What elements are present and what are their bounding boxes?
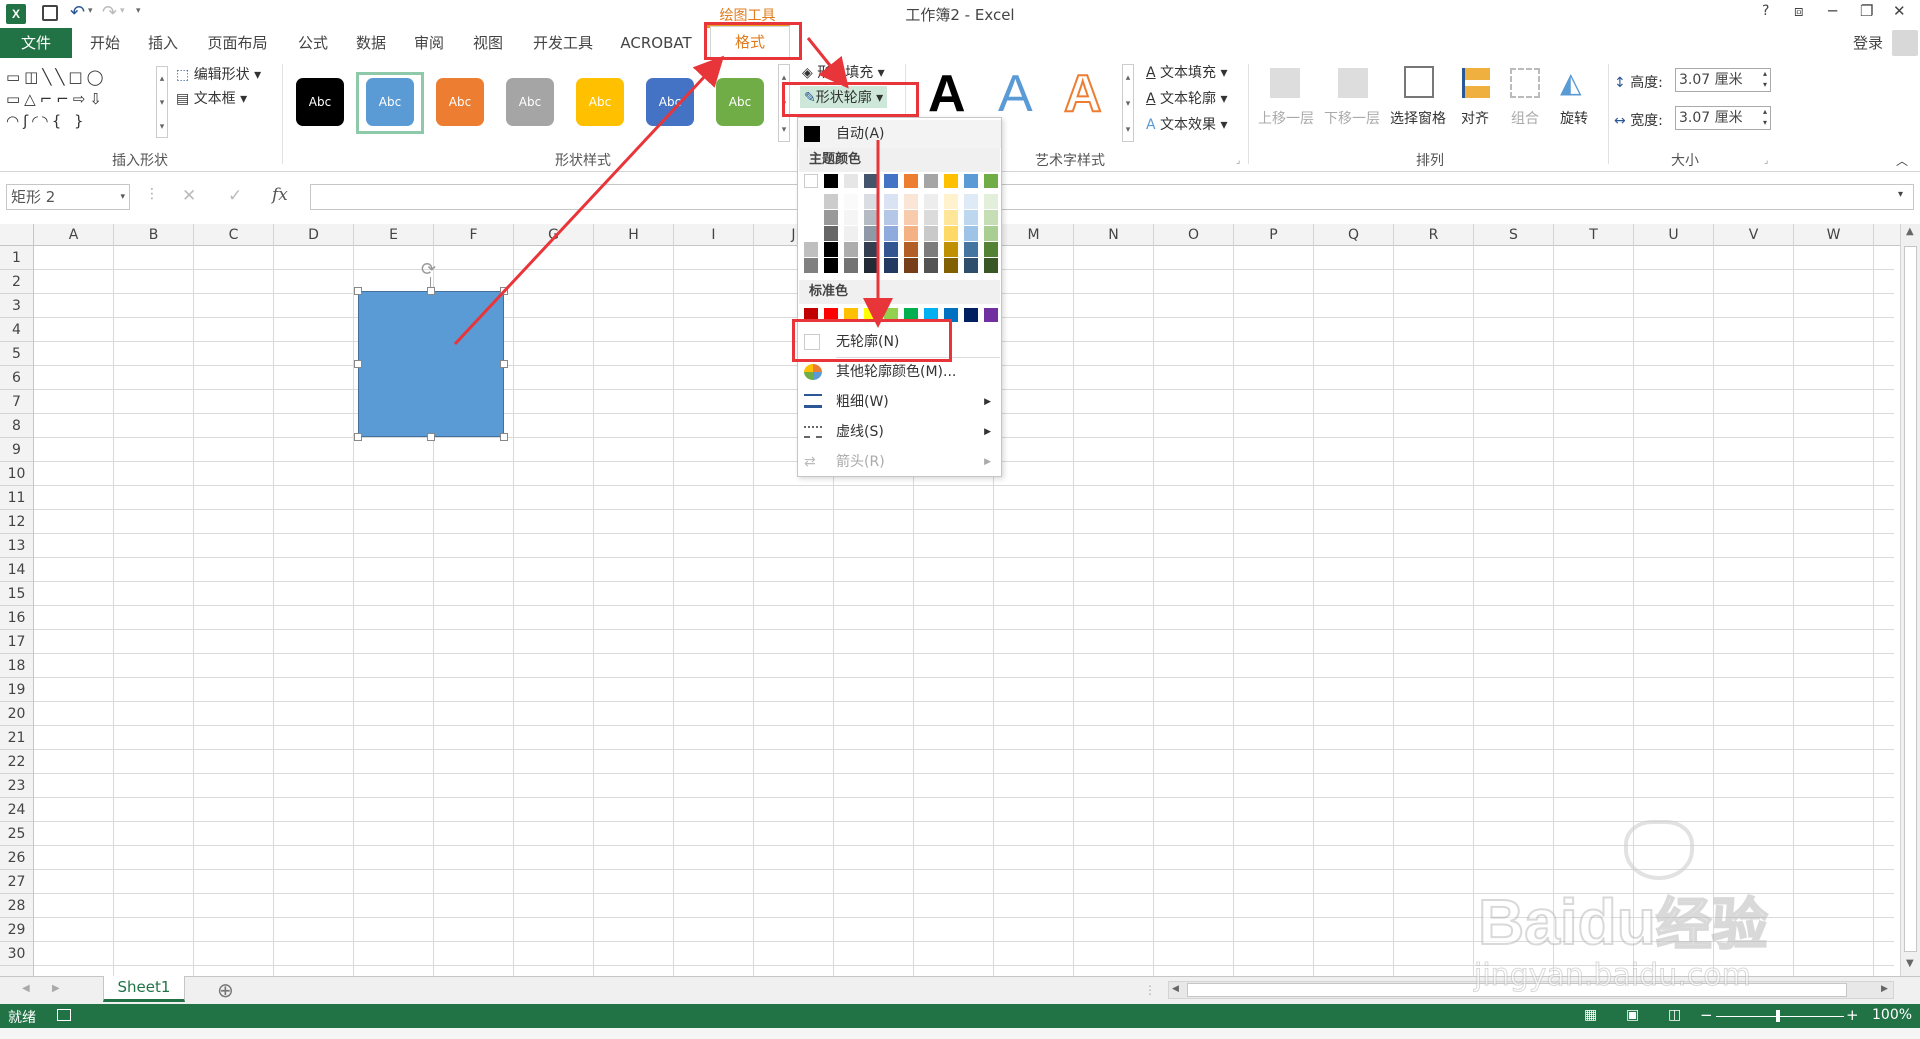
scroll-left-icon[interactable]: ◀: [1172, 984, 1179, 994]
zoom-out-button[interactable]: −: [1700, 1006, 1713, 1024]
baidu-watermark: Baidu经验 jingyan.baidu.com: [1474, 820, 1914, 1000]
zoom-slider-thumb[interactable]: [1776, 1010, 1780, 1022]
watermark-url: jingyan.baidu.com: [1474, 958, 1752, 994]
sheet-tab-sheet1[interactable]: Sheet1: [103, 976, 185, 1002]
arrow-shape-to-format: [453, 55, 725, 346]
arrow-format-to-outline: [806, 37, 849, 89]
watermark-brand: Bai: [1477, 885, 1579, 959]
add-sheet-icon[interactable]: ⊕: [217, 978, 234, 1002]
status-ready: 就绪: [8, 1010, 36, 1026]
page-break-view-icon[interactable]: ◫: [1668, 1007, 1681, 1023]
tab-splitter-icon[interactable]: ⋮: [1144, 983, 1156, 997]
sheet-nav-next-icon[interactable]: ▶: [52, 983, 60, 994]
zoom-level[interactable]: 100%: [1872, 1007, 1912, 1023]
zoom-in-button[interactable]: +: [1846, 1006, 1859, 1024]
taskbar-strip: [0, 1028, 1920, 1039]
macro-record-icon[interactable]: [57, 1009, 71, 1021]
page-layout-view-icon[interactable]: ▣: [1626, 1007, 1639, 1023]
status-bar: 就绪 ▦ ▣ ◫ − + 100%: [0, 1004, 1920, 1028]
watermark-brand-du: du: [1577, 885, 1657, 959]
normal-view-icon[interactable]: ▦: [1584, 1007, 1597, 1023]
zoom-slider[interactable]: [1716, 1016, 1844, 1017]
paw-logo-icon: [1624, 820, 1694, 880]
sheet-nav-prev-icon[interactable]: ◀: [22, 983, 30, 994]
watermark-brand-cn: 经验: [1655, 892, 1769, 957]
